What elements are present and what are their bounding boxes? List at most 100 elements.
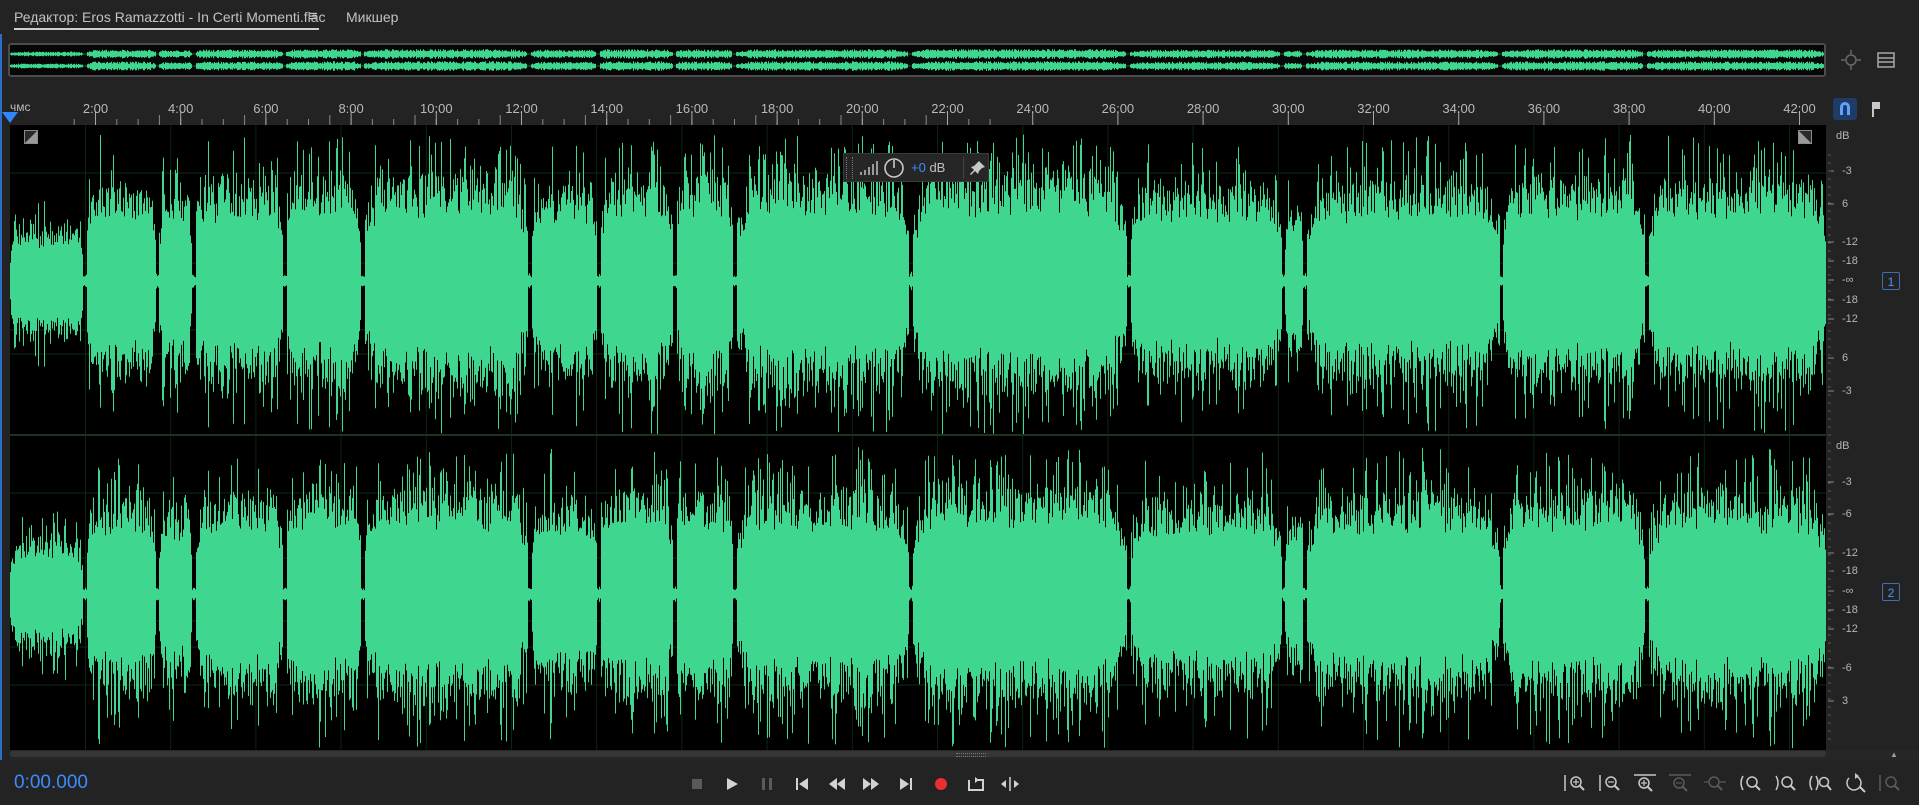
ruler-tick-label: 6:00 [253,101,279,116]
zoom-in-start-button[interactable] [1737,772,1763,794]
snap-magnet-icon[interactable] [1833,98,1857,120]
zoom-selection-button[interactable] [1807,772,1833,794]
loop-icon [968,777,984,791]
overview-waveform [10,49,1824,71]
pause-button[interactable] [756,773,778,795]
zoom-out-time-icon [1669,774,1691,792]
play-icon [727,778,738,790]
zoom-in-end-icon [1775,775,1796,791]
level-meter-icon [860,160,878,175]
current-time-display[interactable]: 0:00.000 [14,772,88,794]
scroll-up-icon[interactable]: ▲ [1890,750,1898,759]
db-scale-label: -3 [1842,476,1852,488]
ruler-tick-label: 14:00 [590,101,623,116]
horizontal-scrollbar[interactable]: ▲ [10,750,1919,760]
go-to-end-button[interactable] [895,773,917,795]
db-scale-label: -18 [1842,565,1858,577]
channel-2-badge[interactable]: 2 [1882,583,1900,601]
waveform-channel [10,447,1826,749]
zoom-reset-button[interactable] [1842,772,1868,794]
zoom-navigator-icon[interactable] [1837,47,1865,73]
volume-value[interactable]: +0 dB [911,160,945,175]
db-scale-label: 6 [1842,198,1849,210]
overview-navigator[interactable] [8,43,1826,77]
pause-icon [762,778,772,790]
db-scale-label: 3 [1842,695,1849,707]
zoom-out-full-button[interactable] [1702,772,1728,794]
fast-forward-button[interactable] [860,773,882,795]
ruler-tick-label: 2:00 [82,101,109,116]
stop-button[interactable] [686,773,708,795]
zoom-out-amplitude-button[interactable] [1597,772,1623,794]
zoom-in-amplitude-button[interactable] [1562,772,1588,794]
zoom-in-amplitude-icon [1564,775,1585,791]
ruler-tick-label: 20:00 [846,101,879,116]
tab-mixer[interactable]: Микшер [346,9,398,25]
skip-selection-icon [1001,777,1019,791]
db-scale-label: -18 [1842,294,1858,306]
db-scale-label: 6 [1842,352,1849,364]
waveform-canvas [10,125,1826,750]
zoom-out-time-button[interactable] [1667,772,1693,794]
skip-to-end-icon [900,778,912,790]
zoom-in-end-button[interactable] [1772,772,1798,794]
fade-in-handle[interactable] [24,130,38,144]
panel-options-icon[interactable] [1872,47,1900,73]
zoom-in-time-button[interactable] [1632,772,1658,794]
ruler-tick-label: 38:00 [1612,101,1646,116]
db-scale-label: -12 [1842,623,1858,635]
ruler-tick-label: 30:00 [1272,101,1305,116]
fade-out-handle[interactable] [1798,130,1812,144]
db-scale-label: -∞ [1842,585,1854,597]
ruler-tick-label: 4:00 [168,101,194,116]
tab-editor[interactable]: Редактор: Eros Ramazzotti - In Certi Mom… [14,9,326,25]
ruler-tick-label: 26:00 [1101,101,1135,116]
ruler-tick-label: 8:00 [338,101,364,116]
playhead-marker[interactable] [2,112,18,123]
skip-selection-button[interactable] [999,773,1021,795]
ruler-tick-label: 10:00 [420,101,453,116]
ruler-tick-label: 18:00 [760,101,794,116]
channel-1-badge[interactable]: 1 [1882,272,1900,290]
db-unit-label: dB [1836,130,1850,142]
zoom-out-amplitude-icon [1599,775,1620,791]
ruler-tick-label: 22:00 [931,101,964,116]
db-scale-label: -12 [1842,547,1858,559]
panel-tab-bar: Редактор: Eros Ramazzotti - In Certi Mom… [0,0,1919,34]
volume-knob-icon[interactable] [883,157,905,179]
waveform-display[interactable] [10,125,1826,750]
hamburger-menu-icon[interactable]: ≡ [309,8,318,25]
db-scale-label: -12 [1842,236,1858,248]
db-scale-label: -6 [1842,508,1852,520]
ruler-tick-label: 24:00 [1016,101,1049,116]
zoom-full-vertical-icon [1879,775,1900,791]
zoom-full-vertical-button[interactable] [1877,772,1903,794]
db-scale-label: -18 [1842,255,1858,267]
ruler-tick-label: 34:00 [1442,101,1475,116]
marker-pin-icon[interactable] [1864,98,1888,120]
hud-separator [963,156,965,179]
db-scale-label: -3 [1842,165,1852,177]
amplitude-scale[interactable]: dB dB -3 6 -12 -18 -∞ -18 -12 6 -3 -3 -6 -12 -18 -∞ -18 -… [1826,125,1919,750]
volume-hud[interactable]: +0 dB [843,153,989,182]
active-tab-underline [14,28,319,30]
loop-playback-button[interactable] [965,773,987,795]
zoom-reset-icon [1846,773,1866,793]
channel-divider [10,434,1826,436]
ruler-tick-label: 16:00 [675,101,709,116]
record-button[interactable] [930,773,952,795]
scrollbar-thumb[interactable] [10,751,1826,757]
play-button[interactable] [721,773,743,795]
go-to-start-button[interactable] [791,773,813,795]
pin-icon[interactable] [970,160,986,176]
time-ruler[interactable]: чмс 2:00 4:00 6:00 8:00 10:00 12:00 14:00 16:00… [10,97,1826,125]
rewind-button[interactable] [826,773,848,795]
db-scale-label: -12 [1842,313,1858,325]
zoom-in-start-icon [1740,775,1761,791]
ruler-tick-label: 36:00 [1527,101,1561,116]
db-scale-label: -6 [1842,662,1852,674]
db-scale-label: -3 [1842,385,1852,397]
hud-drag-grip[interactable] [846,156,853,179]
ruler-tick-label: 32:00 [1357,101,1390,116]
ruler-tick-label: 40:00 [1698,101,1731,116]
